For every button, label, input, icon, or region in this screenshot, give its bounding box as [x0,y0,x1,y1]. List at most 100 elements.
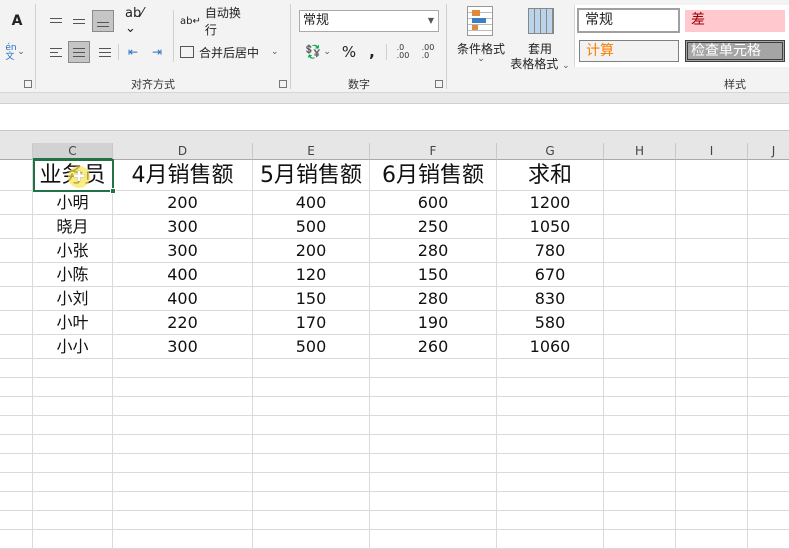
empty-cell[interactable] [113,435,253,454]
empty-cell[interactable] [497,378,604,397]
empty-cell[interactable] [748,530,789,549]
empty-cell[interactable] [497,435,604,454]
column-header-J[interactable]: J [748,143,789,160]
row-header[interactable] [0,191,33,215]
empty-cell[interactable] [748,191,789,215]
header-cell[interactable]: 5月销售额 [253,160,370,191]
name-cell[interactable]: 小小 [33,335,113,359]
empty-cell[interactable] [604,530,676,549]
value-cell[interactable]: 300 [113,335,253,359]
row-header[interactable] [0,435,33,454]
value-cell[interactable]: 400 [113,263,253,287]
empty-cell[interactable] [497,454,604,473]
empty-cell[interactable] [676,397,748,416]
column-header-G[interactable]: G [497,143,604,160]
value-cell[interactable]: 150 [253,287,370,311]
empty-cell[interactable] [604,191,676,215]
row-header[interactable] [0,359,33,378]
empty-cell[interactable] [676,263,748,287]
empty-cell[interactable] [604,492,676,511]
accounting-format-button[interactable]: 💱 ⌄ [302,41,334,63]
empty-cell[interactable] [748,287,789,311]
empty-cell[interactable] [33,378,113,397]
value-cell[interactable]: 190 [370,311,497,335]
value-cell[interactable]: 1060 [497,335,604,359]
align-top-button[interactable] [46,10,66,30]
empty-cell[interactable] [497,530,604,549]
style-normal[interactable]: 常规 [577,8,680,33]
empty-cell[interactable] [253,397,370,416]
empty-cell[interactable] [33,492,113,511]
empty-cell[interactable] [748,492,789,511]
empty-cell[interactable] [370,473,497,492]
empty-cell[interactable] [253,511,370,530]
align-left-button[interactable] [46,41,66,63]
empty-cell[interactable] [253,359,370,378]
empty-cell[interactable] [113,492,253,511]
orientation-button[interactable]: ab⁄ ⌄ [125,6,155,36]
empty-cell[interactable] [604,473,676,492]
empty-cell[interactable] [370,435,497,454]
empty-cell[interactable] [676,473,748,492]
column-header-I[interactable]: I [676,143,748,160]
empty-cell[interactable] [604,287,676,311]
empty-cell[interactable] [748,416,789,435]
row-header[interactable] [0,263,33,287]
empty-cell[interactable] [676,311,748,335]
row-header[interactable] [0,473,33,492]
empty-cell[interactable] [113,473,253,492]
value-cell[interactable]: 260 [370,335,497,359]
value-cell[interactable]: 250 [370,215,497,239]
align-middle-button[interactable] [69,10,89,32]
empty-cell[interactable] [748,160,789,191]
value-cell[interactable]: 280 [370,239,497,263]
empty-cell[interactable] [748,378,789,397]
header-cell[interactable]: 6月销售额 [370,160,497,191]
empty-cell[interactable] [604,263,676,287]
empty-cell[interactable] [33,435,113,454]
value-cell[interactable]: 780 [497,239,604,263]
column-header-E[interactable]: E [253,143,370,160]
empty-cell[interactable] [253,378,370,397]
empty-cell[interactable] [497,511,604,530]
decrease-decimal-button[interactable]: .00 .0 [418,41,438,63]
empty-cell[interactable] [604,160,676,191]
style-calculation[interactable]: 计算 [579,40,679,62]
increase-decimal-button[interactable]: .0 .00 [393,41,413,63]
empty-cell[interactable] [113,511,253,530]
name-cell[interactable]: 小明 [33,191,113,215]
comma-button[interactable]: , [365,41,379,63]
row-header[interactable] [0,378,33,397]
value-cell[interactable]: 1050 [497,215,604,239]
empty-cell[interactable] [33,511,113,530]
empty-cell[interactable] [253,492,370,511]
row-header[interactable] [0,397,33,416]
empty-cell[interactable] [604,435,676,454]
formula-bar[interactable] [0,104,789,131]
empty-cell[interactable] [604,454,676,473]
empty-cell[interactable] [370,454,497,473]
empty-cell[interactable] [370,492,497,511]
empty-cell[interactable] [497,359,604,378]
empty-cell[interactable] [748,335,789,359]
row-header[interactable] [0,416,33,435]
empty-cell[interactable] [253,473,370,492]
row-header[interactable] [0,160,33,191]
empty-cell[interactable] [253,435,370,454]
name-cell[interactable]: 小刘 [33,287,113,311]
align-right-button[interactable] [95,41,115,63]
row-header[interactable] [0,511,33,530]
value-cell[interactable]: 120 [253,263,370,287]
empty-cell[interactable] [497,397,604,416]
column-header-C[interactable]: C [33,143,113,160]
empty-cell[interactable] [748,435,789,454]
empty-cell[interactable] [676,287,748,311]
row-header[interactable] [0,454,33,473]
empty-cell[interactable] [113,359,253,378]
align-bottom-button[interactable] [92,10,114,32]
empty-cell[interactable] [113,397,253,416]
empty-cell[interactable] [748,239,789,263]
font-color-a-icon[interactable]: A [8,10,26,32]
row-header[interactable] [0,239,33,263]
value-cell[interactable]: 400 [113,287,253,311]
